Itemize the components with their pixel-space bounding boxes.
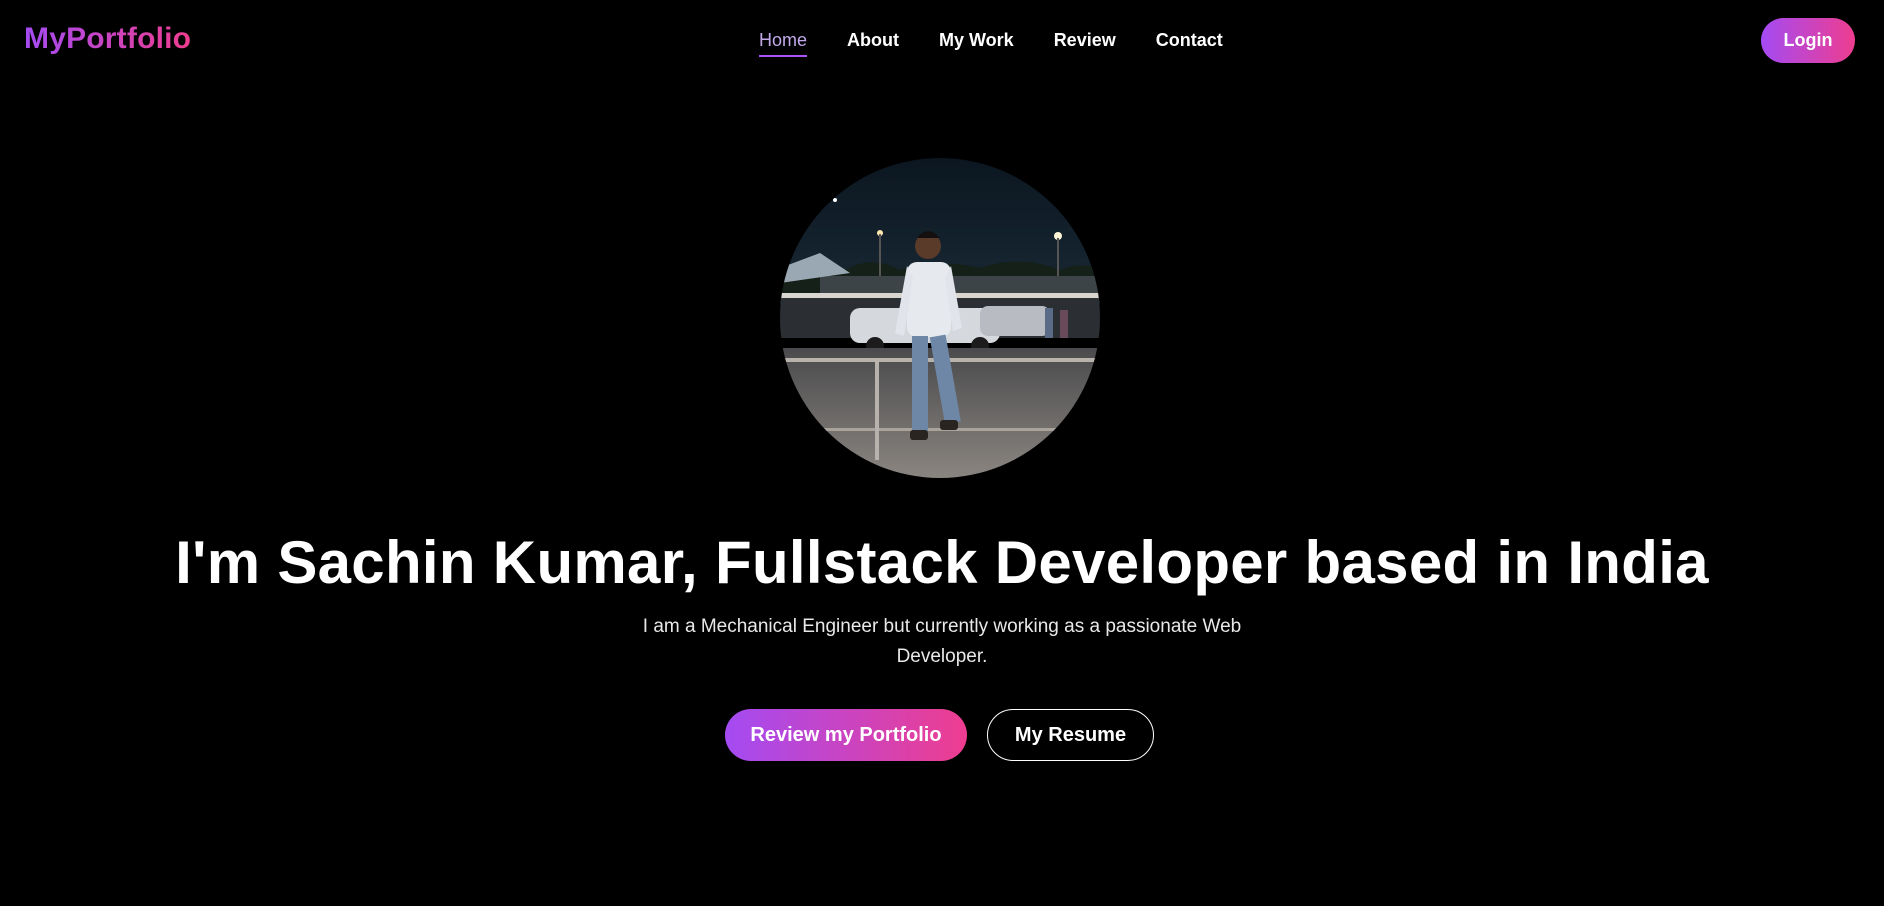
nav-item-contact[interactable]: Contact [1156,30,1223,57]
nav-links: Home About My Work Review Contact [759,30,1223,57]
brand-logo[interactable]: MyPortfolio [24,22,191,56]
hero-actions: Review my Portfolio My Resume [725,709,1154,761]
hero-subtitle: I am a Mechanical Engineer but currently… [642,616,1242,667]
my-resume-button[interactable]: My Resume [987,709,1154,761]
review-portfolio-button[interactable]: Review my Portfolio [725,709,967,761]
nav-item-my-work[interactable]: My Work [939,30,1014,57]
profile-photo [780,158,1100,478]
page: MyPortfolio Home About My Work Review Co… [0,0,1884,906]
nav-item-review[interactable]: Review [1054,30,1116,57]
nav-item-about[interactable]: About [847,30,899,57]
login-button[interactable]: Login [1761,18,1855,63]
hero-title: I'm Sachin Kumar, Fullstack Developer ba… [175,529,1709,596]
navbar: MyPortfolio Home About My Work Review Co… [0,0,1884,84]
nav-item-home[interactable]: Home [759,30,808,57]
profile-photo-image [780,158,1100,478]
